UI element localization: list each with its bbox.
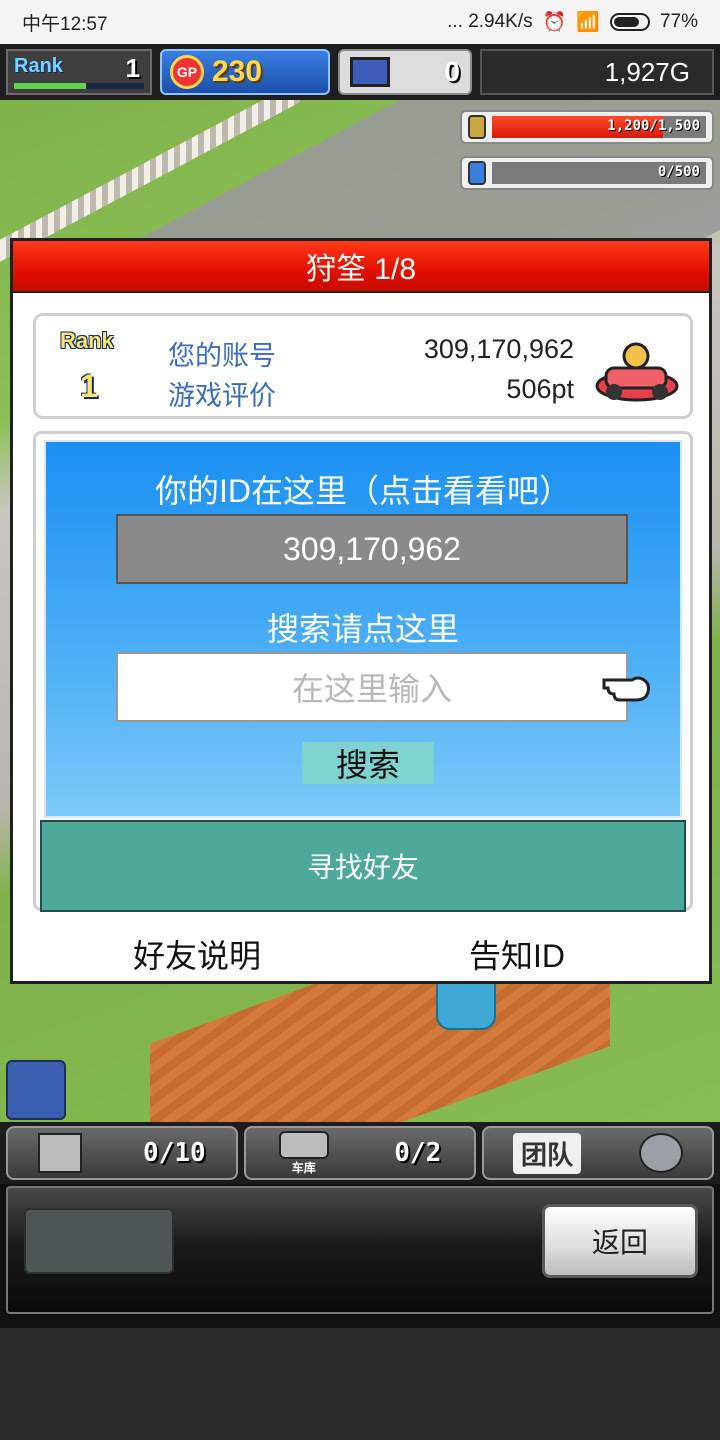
team-avatar-icon	[638, 1133, 683, 1173]
coin-stack-icon	[468, 115, 486, 139]
money-panel: 1,927G	[480, 49, 714, 95]
rating-label: 游戏评价	[168, 381, 276, 411]
account-card: Rank 1 您的账号 309,170,962 游戏评价 506pt	[33, 313, 693, 419]
research-meter-bar: 0/500	[492, 162, 706, 184]
empty-slot	[24, 1208, 174, 1274]
friend-help-link[interactable]: 好友说明	[133, 931, 261, 977]
dialog-title: 狩筌 1/8	[305, 253, 417, 286]
rank-panel[interactable]: Rank 1	[6, 49, 152, 95]
storage-count: 0/10	[143, 1138, 206, 1168]
garage-icon: 车库	[278, 1130, 329, 1176]
tab-storage[interactable]: 0/10	[6, 1126, 238, 1180]
status-time: 中午12:57	[22, 13, 108, 35]
pointing-hand-icon	[602, 676, 650, 702]
back-button[interactable]: 返回	[542, 1204, 698, 1278]
character-sprite	[6, 1060, 66, 1120]
account-rank-value: 1	[80, 368, 98, 404]
gp-coin-icon: GP	[170, 55, 204, 89]
alarm-icon: ⏰	[542, 12, 567, 33]
money-value: 1,927G	[604, 56, 690, 87]
research-bottle-icon	[468, 161, 486, 185]
friend-dialog: 狩筌 1/8 Rank 1 您的账号 309,170,962 游戏评价 506p…	[10, 238, 712, 984]
rank-progress-bar	[14, 83, 144, 89]
id-hint: 你的ID在这里（点击看看吧）	[154, 473, 571, 509]
rank-label: Rank	[14, 55, 63, 77]
coin-meter: 1,200/1,500	[460, 110, 714, 144]
coin-meter-text: 1,200/1,500	[607, 118, 700, 134]
bottom-tab-bar: 0/10 车库 0/2 团队	[0, 1122, 720, 1184]
wifi-icon: 📶	[576, 12, 600, 33]
garage-label: 车库	[291, 1160, 316, 1175]
bottom-panel: 返回	[0, 1184, 720, 1328]
search-hint: 搜索请点这里	[266, 611, 459, 647]
back-button-label: 返回	[591, 1227, 648, 1258]
car-avatar-icon	[595, 342, 679, 402]
search-button[interactable]: 搜索	[302, 742, 434, 784]
research-meter: 0/500	[460, 156, 714, 190]
id-blue-area: 你的ID在这里（点击看看吧） 309,170,962 搜索请点这里 在这里输入 …	[44, 440, 682, 818]
share-id-link[interactable]: 告知ID	[469, 931, 565, 977]
screen-bottom-area	[0, 1328, 720, 1440]
team-label: 团队	[512, 1132, 581, 1174]
pc-panel[interactable]: 0	[338, 49, 472, 95]
search-input[interactable]: 在这里输入	[116, 652, 628, 722]
id-panel: 你的ID在这里（点击看看吧） 309,170,962 搜索请点这里 在这里输入 …	[33, 431, 693, 912]
research-meter-text: 0/500	[657, 164, 700, 180]
account-label: 您的账号	[168, 341, 276, 371]
computer-icon	[350, 57, 390, 87]
crate-icon	[38, 1133, 83, 1173]
coin-meter-bar: 1,200/1,500	[492, 116, 706, 138]
top-hud: Rank 1 GP 230 0 1,927G	[0, 44, 720, 100]
rank-value: 1	[125, 53, 140, 83]
garage-count: 0/2	[394, 1138, 442, 1168]
find-friend-button[interactable]: 寻找好友	[40, 820, 686, 912]
battery-icon	[609, 13, 650, 31]
tab-team[interactable]: 团队	[482, 1126, 714, 1180]
pc-value: 0	[444, 56, 460, 87]
blue-tank	[436, 980, 496, 1030]
account-rank-label: Rank	[60, 328, 114, 353]
network-speed: ... 2.94K/s	[447, 11, 533, 32]
dialog-header: 狩筌 1/8	[13, 241, 709, 293]
status-bar: 中午12:57 ... 2.94K/s ⏰ 📶 77%	[0, 0, 720, 44]
player-id-box[interactable]: 309,170,962	[116, 514, 628, 584]
gp-panel[interactable]: GP 230	[160, 49, 330, 95]
rating-value: 506pt	[506, 374, 574, 404]
account-value: 309,170,962	[423, 334, 574, 364]
bottom-panel-inner: 返回	[6, 1186, 714, 1314]
tab-garage[interactable]: 车库 0/2	[244, 1126, 476, 1180]
find-friend-label: 寻找好友	[306, 852, 419, 883]
gp-value: 230	[212, 55, 263, 88]
battery-percent: 77%	[659, 11, 698, 32]
